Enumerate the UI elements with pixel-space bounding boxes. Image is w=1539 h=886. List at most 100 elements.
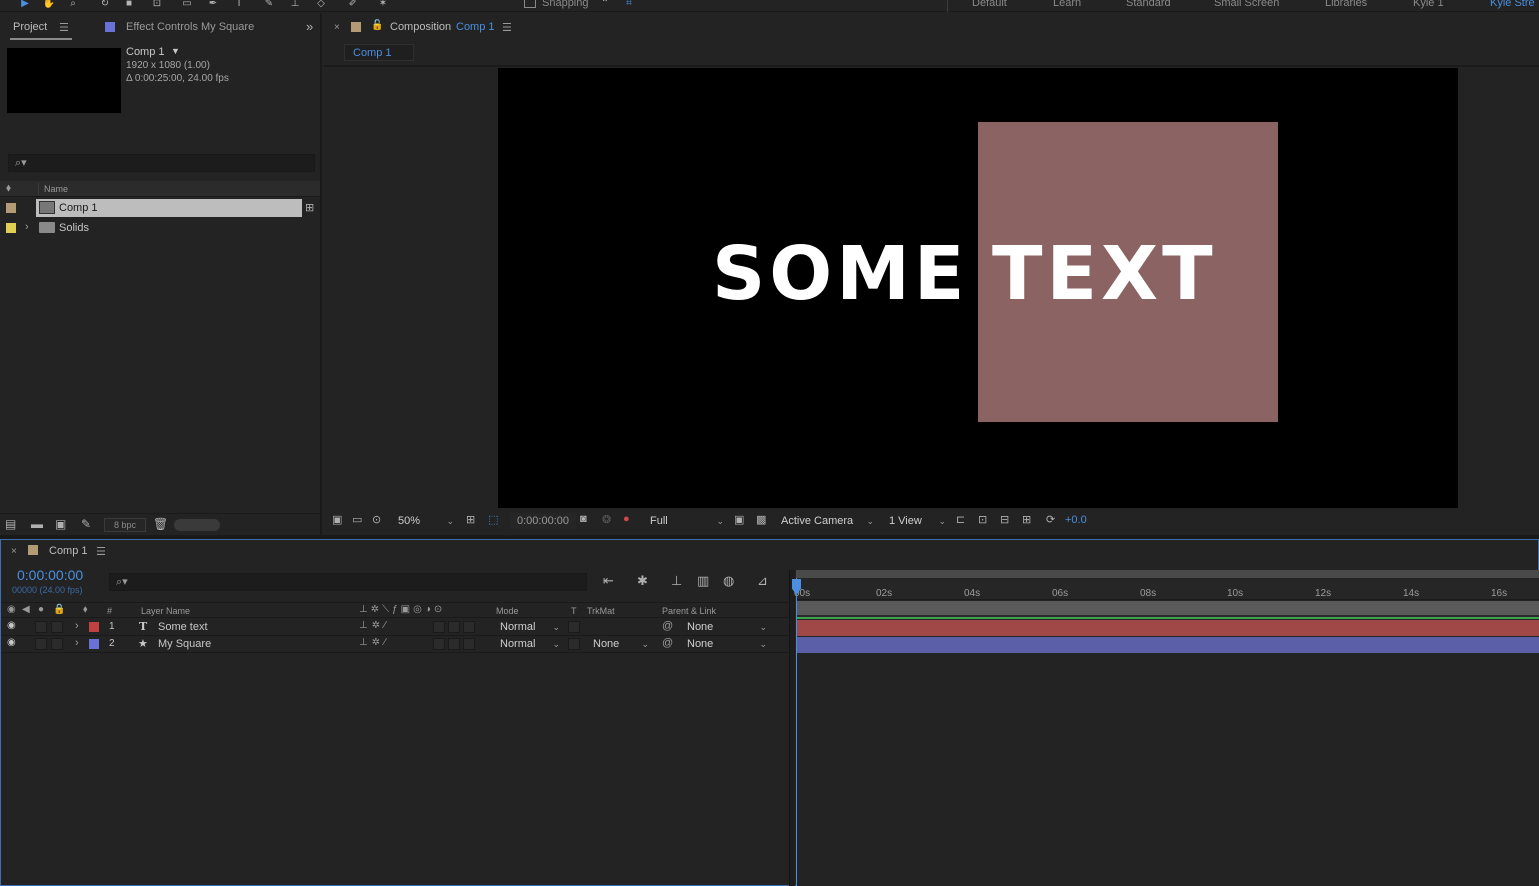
blend-mode-dropdown[interactable]: Normal ⌄	[494, 619, 562, 635]
composition-tab-name[interactable]: Comp 1	[456, 21, 495, 33]
type-tool-icon[interactable]: T	[232, 0, 246, 9]
track-matte-dropdown[interactable]: None ⌄	[587, 636, 651, 652]
parent-dropdown[interactable]: None ⌄	[681, 636, 769, 652]
toggle-pixel-aspect-icon[interactable]: ⊏	[956, 513, 965, 526]
comp-name[interactable]: Comp 1	[126, 46, 165, 58]
panel-overflow-icon[interactable]: »	[306, 19, 313, 34]
rotate-tool-icon[interactable]: ↻	[98, 0, 112, 9]
monitor-icon[interactable]: ▭	[352, 513, 362, 526]
comp-subtab[interactable]: Comp 1	[344, 44, 414, 61]
composition-menu-icon[interactable]: ☰	[502, 21, 512, 34]
workspace-kyle-stre[interactable]: Kyle Stre	[1490, 0, 1535, 9]
region-of-interest-icon[interactable]: ▣	[734, 513, 744, 526]
zoom-dropdown[interactable]: 50% ⌄	[394, 513, 456, 529]
timeline-search-input[interactable]: ⌕▾	[109, 573, 587, 591]
pick-whip-icon[interactable]: @	[662, 620, 673, 632]
timeline-vertical-divider[interactable]	[789, 570, 795, 886]
label-color-swatch[interactable]	[6, 223, 16, 233]
project-search-input[interactable]: ⌕▾	[8, 154, 315, 172]
expand-arrow-icon[interactable]: ›	[25, 221, 29, 233]
rectangle-tool-icon[interactable]: ▭	[180, 0, 194, 9]
lock-header-icon[interactable]: 🔒	[53, 604, 65, 615]
comp-mini-flowchart-icon[interactable]: ⇤	[603, 573, 614, 589]
selection-tool-icon[interactable]: ▶	[18, 0, 32, 9]
switch-box[interactable]	[448, 621, 460, 633]
composition-viewer[interactable]: SOME TEXT	[498, 68, 1458, 508]
fast-previews-icon[interactable]: ⊡	[978, 513, 987, 526]
video-visibility-eye-icon[interactable]: ◉	[7, 637, 16, 648]
switch-box[interactable]	[463, 638, 475, 650]
vr-goggles-icon[interactable]: ⊙	[372, 513, 381, 526]
video-visibility-eye-icon[interactable]: ◉	[7, 620, 16, 631]
graph-editor-icon[interactable]: ⊿	[757, 573, 768, 589]
workspace-small-screen[interactable]: Small Screen	[1214, 0, 1279, 9]
resolution-dropdown[interactable]: Full ⌄	[644, 513, 726, 529]
timeline-tab-name[interactable]: Comp 1	[49, 545, 88, 557]
preserve-transparency-toggle[interactable]	[568, 621, 580, 633]
time-ruler[interactable]: 00s 02s 04s 06s 08s 10s 12s 14s 16s	[794, 578, 1539, 600]
channel-rgb-icon[interactable]: ●	[623, 513, 630, 525]
solo-toggle[interactable]	[51, 638, 63, 650]
layer-label-swatch[interactable]	[89, 622, 99, 632]
new-composition-icon[interactable]: ▣	[55, 517, 66, 531]
audio-header-icon[interactable]: ◀	[22, 604, 30, 615]
show-snapshot-icon[interactable]: ❂	[602, 513, 611, 526]
close-tab-icon[interactable]: ×	[11, 546, 17, 557]
brush-tool-icon[interactable]: ✎	[262, 0, 276, 9]
column-t-header[interactable]: T	[571, 606, 577, 616]
motion-blur-icon[interactable]: ◍	[723, 573, 734, 589]
timeline-menu-icon[interactable]: ☰	[96, 545, 106, 558]
time-navigator-bar[interactable]	[796, 570, 1539, 578]
workspace-learn[interactable]: Learn	[1053, 0, 1081, 9]
list-item-comp-1[interactable]: Comp 1 ⊞	[0, 199, 320, 217]
camera-dropdown[interactable]: Active Camera ⌄	[776, 513, 876, 529]
resolution-grid-icon[interactable]: ⊞	[466, 513, 475, 526]
workspace-kyle-1[interactable]: Kyle 1	[1413, 0, 1444, 9]
label-header-icon[interactable]: ⬧	[83, 604, 88, 615]
bit-depth-button[interactable]: 8 bpc	[104, 518, 146, 532]
label-color-swatch[interactable]	[6, 203, 16, 213]
column-trkmat-header[interactable]: TrkMat	[587, 606, 615, 616]
exposure-value[interactable]: +0.0	[1065, 514, 1087, 526]
interpret-footage-icon[interactable]: ▤	[5, 517, 16, 531]
label-tag-icon[interactable]: ⬧	[6, 182, 11, 195]
column-name-header[interactable]: Name	[44, 184, 68, 194]
delete-icon[interactable]: 🗑	[153, 517, 168, 531]
solo-header-icon[interactable]: ●	[38, 604, 44, 615]
layer-switches-icons[interactable]: ⊥✲∕	[359, 637, 390, 648]
column-number-header[interactable]: #	[107, 606, 112, 616]
transparency-grid-icon[interactable]: ▩	[756, 513, 766, 526]
always-preview-icon[interactable]: ▣	[332, 513, 342, 526]
lock-icon[interactable]: 🔓	[371, 20, 383, 31]
layer-switches-icons[interactable]: ⊥✲∕	[359, 620, 390, 631]
snapshot-camera-icon[interactable]: ◙	[580, 513, 587, 525]
pan-behind-tool-icon[interactable]: ⊡	[150, 0, 164, 9]
project-menu-icon[interactable]: ☰	[59, 21, 69, 34]
close-tab-icon[interactable]: ×	[334, 22, 340, 33]
column-layer-name-header[interactable]: Layer Name	[141, 606, 190, 616]
switch-box[interactable]	[448, 638, 460, 650]
expand-arrow-icon[interactable]: ›	[75, 637, 79, 649]
tab-project[interactable]: Project	[13, 21, 47, 33]
thumbnail-scroll-slider[interactable]	[174, 519, 220, 531]
video-visibility-header-icon[interactable]: ◉	[7, 604, 16, 615]
workspace-default[interactable]: Default	[972, 0, 1007, 9]
layer-name[interactable]: My Square	[158, 638, 211, 650]
work-area-bar[interactable]	[796, 601, 1539, 615]
reset-exposure-icon[interactable]: ⟳	[1046, 513, 1055, 526]
workspace-standard[interactable]: Standard	[1126, 0, 1171, 9]
timeline-icon[interactable]: ⊟	[1000, 513, 1009, 526]
some-text-layer-right[interactable]: TEXT	[992, 234, 1217, 314]
comp-name-dropdown-icon[interactable]: ▼	[171, 46, 180, 56]
some-text-layer-left[interactable]: SOME	[712, 234, 968, 314]
tab-effect-controls-target[interactable]: My Square	[201, 21, 254, 33]
blend-mode-dropdown[interactable]: Normal ⌄	[494, 636, 562, 652]
camera-tool-icon[interactable]: ■	[122, 0, 136, 9]
adjust-settings-icon[interactable]: ✎	[81, 517, 91, 531]
hand-tool-icon[interactable]: ✋	[42, 0, 56, 9]
view-layout-dropdown[interactable]: 1 View ⌄	[882, 513, 948, 529]
snapping-checkbox-icon[interactable]	[524, 0, 536, 8]
column-mode-header[interactable]: Mode	[496, 606, 519, 616]
audio-toggle[interactable]	[35, 638, 47, 650]
snap-target-icon[interactable]: ⌗	[622, 0, 636, 9]
